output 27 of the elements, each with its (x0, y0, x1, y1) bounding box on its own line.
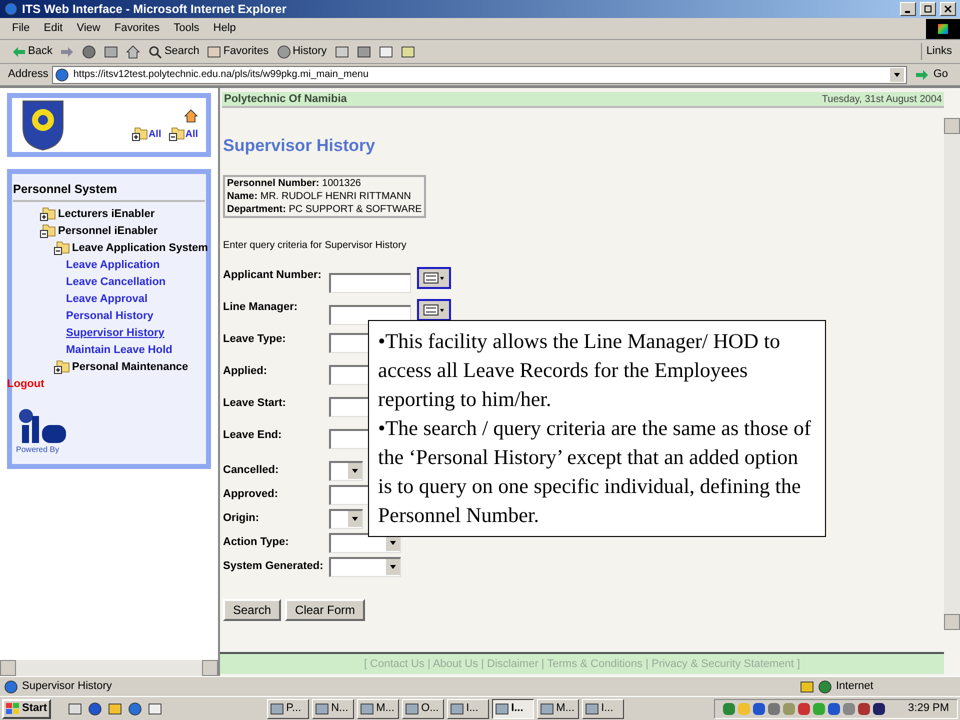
callout-text: •The search / query criteria are the same as those of the ‘Personal History’ except that an added option is to query on one specific individual, defining the Personnel Number. (378, 415, 812, 529)
field-label: Approved: (223, 487, 279, 502)
window-title: ITS Web Interface - Microsoft Internet Explorer (22, 1, 288, 18)
info-line: Name: MR. RUDOLF HENRI RITTMANN (227, 190, 412, 202)
page-title: Supervisor History (223, 135, 376, 157)
organisation-name: Polytechnic Of Namibia (224, 92, 347, 107)
callout-text: •This facility allows the Line Manager/ HOD to access all Leave Records for the Employees reporting to him/her. (378, 328, 782, 413)
field-label: Applied: (223, 364, 268, 378)
panel-title: Personnel System (13, 178, 205, 202)
field-label: Action Type: (223, 535, 290, 550)
status-text: Supervisor History (22, 679, 113, 694)
field-label: Origin: (223, 511, 260, 526)
field-label: Line Manager: (223, 300, 299, 314)
field-label: Cancelled: (223, 463, 280, 478)
info-line: Department: PC SUPPORT & SOFTWARE (227, 202, 422, 216)
powered-by-text: Powered By (16, 444, 60, 456)
info-line: Personnel Number: 1001326 (227, 176, 362, 190)
zone-text: Internet (836, 679, 874, 694)
address-label: Address (8, 67, 48, 82)
field-label: Leave Type: (223, 332, 287, 346)
field-label: System Generated: (223, 559, 324, 574)
field-label: Leave Start: (223, 396, 287, 410)
date-text: Tuesday, 31st August 2004 (822, 92, 942, 106)
field-label: Leave End: (223, 428, 283, 442)
instruction-text: Enter query criteria for Supervisor History (223, 238, 408, 252)
field-label: Applicant Number: (223, 268, 322, 282)
clock: 3:29 PM (908, 701, 949, 716)
